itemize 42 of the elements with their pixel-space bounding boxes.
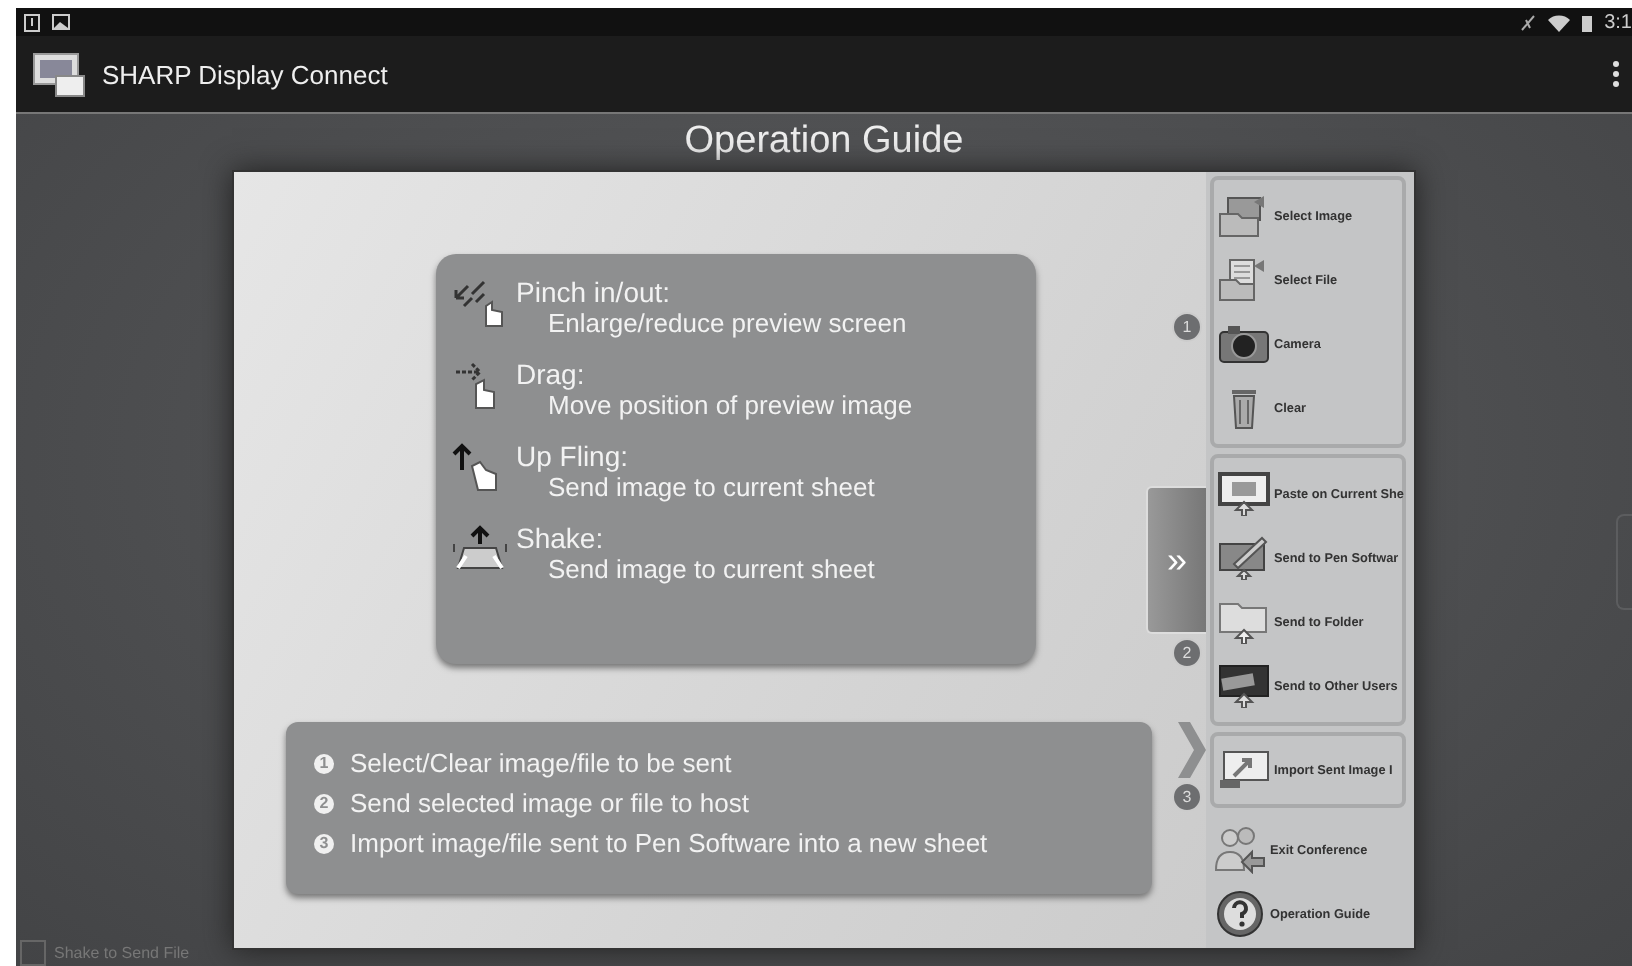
wifi-icon — [1548, 13, 1571, 31]
download-notification-icon — [24, 13, 40, 31]
gesture-name: Up Fling: — [516, 442, 631, 472]
folder-upload-icon — [1217, 600, 1269, 644]
image-notification-icon — [52, 14, 70, 30]
app-logo-icon — [32, 50, 86, 98]
camera-icon — [1217, 324, 1269, 364]
battery-icon — [1582, 13, 1593, 31]
gesture-name: Drag: — [516, 360, 587, 390]
group-number: 2 — [1172, 638, 1202, 668]
gesture-name: Shake: — [516, 524, 606, 554]
shake-gesture-icon — [452, 524, 508, 572]
monitor-upload-icon — [1217, 472, 1269, 516]
mute-icon — [1520, 13, 1537, 31]
gesture-description: Send image to current sheet — [546, 554, 875, 584]
gesture-description: Send image to current sheet — [546, 472, 875, 502]
gesture-name: Pinch in/out: — [516, 278, 673, 308]
checkbox[interactable] — [20, 940, 46, 966]
app-title: SHARP Display Connect — [102, 59, 388, 89]
dialog-title: Operation Guide — [684, 118, 964, 166]
gesture-description: Enlarge/reduce preview screen — [546, 308, 907, 338]
step-number: 1 — [314, 753, 334, 773]
overflow-menu-icon[interactable] — [1612, 60, 1620, 88]
step-number: 3 — [314, 833, 334, 853]
step-text: Select/Clear image/file to be sent — [350, 748, 732, 778]
trash-can-icon — [1229, 386, 1257, 430]
chevron-icon — [1178, 722, 1206, 778]
file-folder-icon — [1217, 258, 1269, 302]
group-number: 1 — [1172, 312, 1202, 342]
monitor-upload-icon — [1217, 664, 1269, 708]
step-text: Send selected image or file to host — [350, 788, 749, 818]
step-text: Import image/file sent to Pen Software into a new sheet — [350, 828, 988, 858]
step-number: 2 — [314, 793, 334, 813]
import-screen-icon — [1217, 750, 1269, 790]
clock: 3:1 — [1604, 11, 1632, 33]
help-icon — [1215, 890, 1263, 938]
group-number: 3 — [1172, 782, 1202, 812]
expand-tab[interactable]: » — [1146, 486, 1206, 634]
gesture-description: Move position of preview image — [546, 390, 913, 420]
users-exit-icon — [1213, 826, 1265, 874]
image-folder-icon — [1217, 194, 1269, 238]
pen-screen-icon — [1217, 536, 1269, 580]
